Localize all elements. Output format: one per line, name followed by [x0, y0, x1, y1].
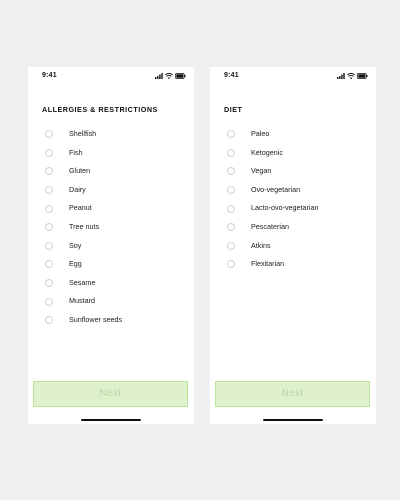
radio-button[interactable]	[45, 167, 53, 176]
option-flexitarian[interactable]: Flexitarian	[210, 255, 376, 274]
option-label: Pescaterian	[251, 221, 289, 231]
option-label: Vegan	[251, 166, 272, 176]
next-button[interactable]: Next	[33, 381, 188, 407]
radio-button[interactable]	[227, 185, 235, 194]
option-peanut[interactable]: Peanut	[28, 199, 194, 218]
radio-button[interactable]	[227, 223, 235, 232]
diet-screen: 9:41 DIET Paleo Ketogenic Vegan Ovo-vege…	[210, 67, 376, 424]
radio-button[interactable]	[227, 167, 235, 176]
option-label: Fish	[69, 147, 83, 157]
status-time: 9:41	[224, 72, 239, 79]
battery-icon	[175, 73, 186, 79]
option-label: Shellfish	[69, 129, 97, 138]
page-title: ALLERGIES & RESTRICTIONS	[42, 105, 158, 114]
allergies-screen: 9:41 ALLERGIES & RESTRICTIONS Shellfish	[28, 67, 194, 424]
option-egg[interactable]: Egg	[28, 255, 194, 274]
option-mustard[interactable]: Mustard	[28, 292, 194, 311]
radio-button[interactable]	[227, 260, 235, 269]
option-sesame[interactable]: Sesame	[28, 274, 194, 293]
radio-button[interactable]	[45, 278, 53, 287]
home-indicator	[81, 419, 141, 421]
option-label: Flexitarian	[251, 259, 285, 269]
wifi-icon	[165, 73, 173, 79]
option-label: Egg	[69, 259, 82, 269]
radio-button[interactable]	[227, 130, 235, 139]
radio-button[interactable]	[227, 148, 235, 157]
radio-button[interactable]	[45, 241, 53, 250]
option-label: Soy	[69, 240, 82, 250]
option-tree-nuts[interactable]: Tree nuts	[28, 218, 194, 237]
wifi-icon	[347, 73, 355, 79]
status-bar: 9:41	[210, 67, 376, 87]
radio-button[interactable]	[45, 316, 53, 325]
option-lacto-ovo-vegetarian[interactable]: Lacto-ovo-vegetarian	[210, 199, 376, 218]
option-atkins[interactable]: Atkins	[210, 237, 376, 256]
radio-button[interactable]	[45, 223, 53, 232]
status-time: 9:41	[42, 72, 57, 79]
status-bar: 9:41	[28, 67, 194, 87]
option-label: Ovo-vegetarian	[251, 184, 301, 194]
option-label: Peanut	[69, 203, 92, 213]
signal-icon	[337, 73, 345, 79]
option-label: Mustard	[69, 296, 95, 306]
option-pescaterian[interactable]: Pescaterian	[210, 218, 376, 237]
option-fish[interactable]: Fish	[28, 144, 194, 163]
radio-button[interactable]	[45, 260, 53, 269]
option-label: Tree nuts	[69, 221, 100, 231]
radio-button[interactable]	[45, 297, 53, 306]
option-dairy[interactable]: Dairy	[28, 181, 194, 200]
option-label: Paleo	[251, 129, 270, 138]
option-ketogenic[interactable]: Ketogenic	[210, 144, 376, 163]
option-paleo[interactable]: Paleo	[210, 125, 376, 144]
option-gluten[interactable]: Gluten	[28, 162, 194, 181]
status-icons	[155, 73, 186, 79]
option-shellfish[interactable]: Shellfish	[28, 125, 194, 144]
option-label: Atkins	[251, 240, 271, 250]
radio-button[interactable]	[45, 185, 53, 194]
status-icons	[337, 73, 368, 79]
home-indicator	[263, 419, 323, 421]
radio-button[interactable]	[227, 241, 235, 250]
option-label: Lacto-ovo-vegetarian	[251, 203, 319, 213]
option-label: Dairy	[69, 184, 86, 194]
option-vegan[interactable]: Vegan	[210, 162, 376, 181]
option-sunflower-seeds[interactable]: Sunflower seeds	[28, 311, 194, 330]
battery-icon	[357, 73, 368, 79]
allergy-options-list: Shellfish Fish Gluten Dairy Peanut Tree …	[28, 125, 194, 330]
radio-button[interactable]	[45, 148, 53, 157]
signal-icon	[155, 73, 163, 79]
option-label: Sesame	[69, 277, 96, 287]
radio-button[interactable]	[227, 204, 235, 213]
next-button[interactable]: Next	[215, 381, 370, 407]
option-ovo-vegetarian[interactable]: Ovo-vegetarian	[210, 181, 376, 200]
option-soy[interactable]: Soy	[28, 237, 194, 256]
option-label: Sunflower seeds	[69, 314, 123, 324]
page-title: DIET	[224, 105, 243, 114]
option-label: Gluten	[69, 166, 91, 176]
radio-button[interactable]	[45, 130, 53, 139]
option-label: Ketogenic	[251, 147, 283, 157]
radio-button[interactable]	[45, 204, 53, 213]
diet-options-list: Paleo Ketogenic Vegan Ovo-vegetarian Lac…	[210, 125, 376, 274]
